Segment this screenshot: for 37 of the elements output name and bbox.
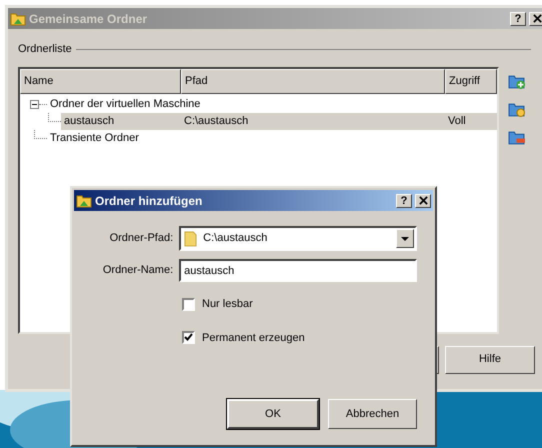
folder-name-field[interactable]: austausch <box>179 259 417 282</box>
field-label: Ordner-Name: <box>102 263 174 278</box>
ok-button[interactable]: OK <box>227 399 319 429</box>
folder-name: Ordner der virtuellen Maschine <box>50 96 200 112</box>
column-header[interactable]: Pfad <box>181 68 445 94</box>
folder-name: Transiente Ordner <box>50 130 139 146</box>
checkbox[interactable] <box>182 331 195 344</box>
folder-name: austausch <box>64 114 116 129</box>
column-header[interactable]: Zugriff <box>445 68 497 94</box>
field-label: Ordner-Pfad: <box>108 231 174 246</box>
checkbox[interactable] <box>182 298 195 311</box>
checkbox-label: Permanent erzeugen <box>202 330 305 346</box>
column-header[interactable]: Name <box>20 68 181 94</box>
access-level: Voll <box>447 114 466 129</box>
cancel-button[interactable]: Abbrechen <box>328 399 417 429</box>
window-title: Gemeinsame Ordner <box>29 10 148 28</box>
collapse-icon[interactable] <box>30 100 39 108</box>
window-title: Ordner hinzufügen <box>95 192 204 210</box>
tree-row[interactable]: Transiente Ordner <box>47 130 497 146</box>
help-button[interactable]: Hilfe <box>445 346 535 374</box>
help-button[interactable]: ? <box>510 12 526 26</box>
help-button[interactable]: ? <box>396 194 412 208</box>
folder-path: C:\austausch <box>183 114 250 129</box>
group-label: Ordnerliste <box>18 42 72 57</box>
close-button[interactable] <box>415 194 431 208</box>
close-button[interactable] <box>529 12 542 26</box>
remove-folder-icon[interactable] <box>508 128 525 146</box>
add-folder-icon[interactable] <box>508 72 525 90</box>
folder-path-dropdown[interactable]: C:\austausch <box>179 226 417 251</box>
tree-line <box>34 130 47 138</box>
dropdown-value: C:\austausch <box>203 231 268 246</box>
edit-folder-icon[interactable] <box>508 100 525 118</box>
tree-row[interactable]: austausch C:\austausch Voll <box>61 112 497 130</box>
tree-row[interactable]: Ordner der virtuellen Maschine <box>47 96 497 112</box>
checkbox-label: Nur lesbar <box>202 297 253 312</box>
close-icon <box>532 14 542 23</box>
close-icon <box>418 196 428 205</box>
